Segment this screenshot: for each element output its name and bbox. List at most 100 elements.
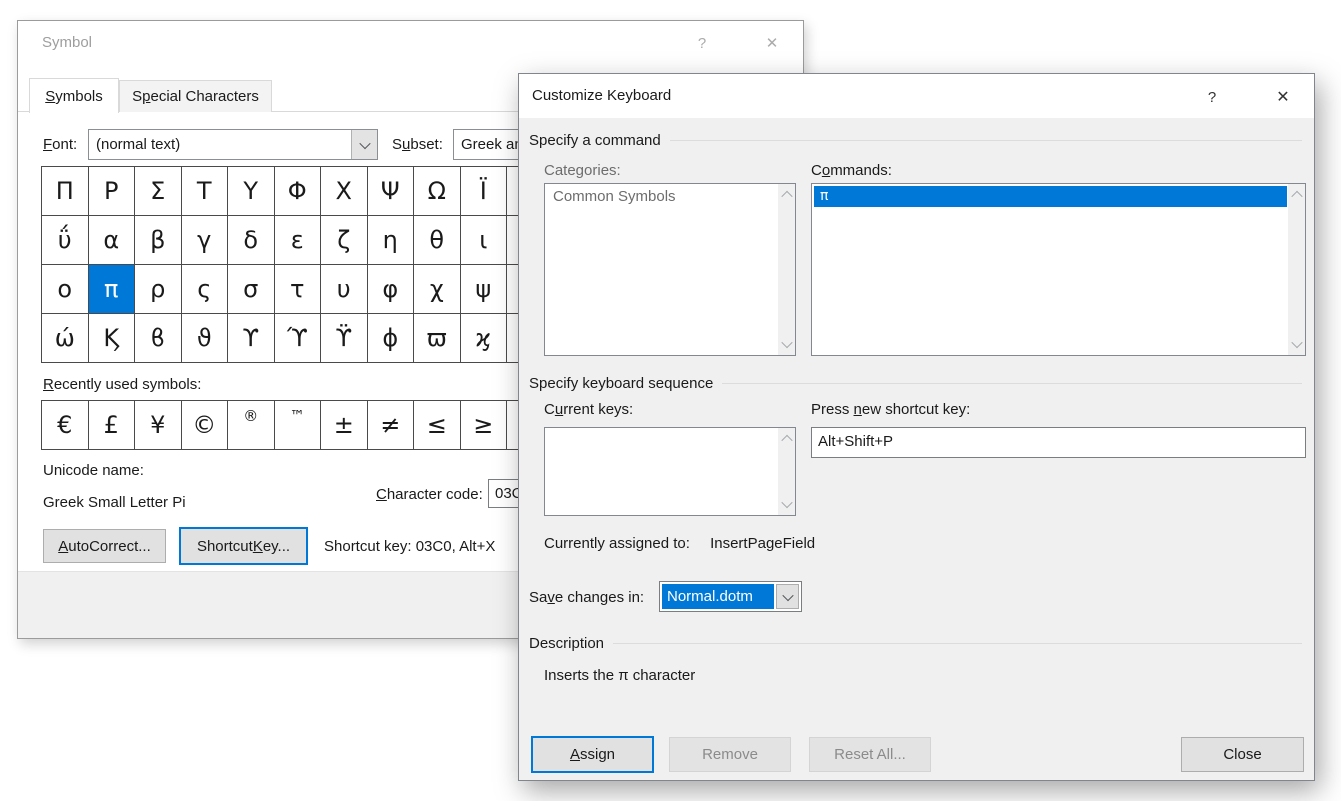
scroll-up-icon[interactable] xyxy=(781,191,792,202)
symbol-cell[interactable]: ϐ xyxy=(135,314,182,363)
symbol-cell[interactable]: Ϗ xyxy=(89,314,136,363)
categories-label: Categories: xyxy=(544,162,621,179)
current-keys-listbox[interactable] xyxy=(544,427,796,516)
recent-symbol-cell[interactable]: £ xyxy=(89,401,136,450)
save-changes-value: Normal.dotm xyxy=(662,584,774,609)
close-button[interactable]: Close xyxy=(1181,737,1304,772)
font-dropdown-button[interactable] xyxy=(351,130,377,159)
symbol-cell[interactable]: φ xyxy=(368,265,415,314)
symbol-cell[interactable]: ϖ xyxy=(414,314,461,363)
current-keys-list[interactable] xyxy=(545,428,778,515)
commands-listbox[interactable]: π xyxy=(811,183,1306,356)
description-group-label: Description xyxy=(529,635,604,652)
group-rule xyxy=(722,383,1302,384)
commands-list[interactable]: π xyxy=(812,184,1288,355)
symbol-cell[interactable]: ς xyxy=(182,265,229,314)
save-changes-label: Save changes in: xyxy=(529,589,644,606)
symbol-cell[interactable]: χ xyxy=(414,265,461,314)
symbol-cell[interactable]: ε xyxy=(275,216,322,265)
symbol-cell[interactable]: ι xyxy=(461,216,508,265)
symbol-cell[interactable]: ο xyxy=(42,265,89,314)
save-changes-dropdown-button[interactable] xyxy=(776,584,799,609)
recent-symbol-cell[interactable]: ≥ xyxy=(461,401,508,450)
recent-symbol-cell[interactable]: ™ xyxy=(275,401,322,450)
symbol-cell[interactable]: Ϊ xyxy=(461,167,508,216)
symbol-cell[interactable]: α xyxy=(89,216,136,265)
symbol-cell[interactable]: ϑ xyxy=(182,314,229,363)
save-changes-dropdown[interactable]: Normal.dotm xyxy=(659,581,802,612)
scroll-up-icon[interactable] xyxy=(781,435,792,446)
scrollbar[interactable] xyxy=(778,428,795,515)
recent-symbol-cell[interactable]: ® xyxy=(228,401,275,450)
symbol-cell[interactable]: η xyxy=(368,216,415,265)
symbol-cell[interactable]: σ xyxy=(228,265,275,314)
symbol-cell-selected[interactable]: π xyxy=(89,265,136,314)
scroll-down-icon[interactable] xyxy=(1291,337,1302,348)
symbol-cell[interactable]: Π xyxy=(42,167,89,216)
press-new-key-input[interactable]: Alt+Shift+P xyxy=(811,427,1306,458)
help-button[interactable]: ? xyxy=(1196,82,1228,112)
recent-symbol-cell[interactable]: ¥ xyxy=(135,401,182,450)
specify-command-group: Specify a command xyxy=(529,132,1302,149)
symbol-cell[interactable]: δ xyxy=(228,216,275,265)
symbol-cell[interactable]: υ xyxy=(321,265,368,314)
recent-symbol-cell[interactable]: © xyxy=(182,401,229,450)
recent-symbol-cell[interactable]: € xyxy=(42,401,89,450)
tab-special-characters[interactable]: Special Characters xyxy=(119,80,272,112)
help-button[interactable]: ? xyxy=(686,28,718,58)
categories-list[interactable]: Common Symbols xyxy=(545,184,778,355)
symbol-cell[interactable]: ϒ xyxy=(228,314,275,363)
recent-grid[interactable]: €£¥©®™±≠≤≥÷ xyxy=(41,400,554,450)
recent-symbol-cell[interactable]: ≤ xyxy=(414,401,461,450)
symbol-cell[interactable]: ώ xyxy=(42,314,89,363)
scroll-down-icon[interactable] xyxy=(781,337,792,348)
symbol-dialog-title: Symbol xyxy=(42,34,92,51)
close-icon[interactable]: ✕ xyxy=(756,28,788,58)
recent-symbol-cell[interactable]: ≠ xyxy=(368,401,415,450)
symbol-cell[interactable]: γ xyxy=(182,216,229,265)
symbol-cell[interactable]: Σ xyxy=(135,167,182,216)
group-rule xyxy=(613,643,1302,644)
subset-label: Subset: xyxy=(392,136,443,153)
categories-listbox[interactable]: Common Symbols xyxy=(544,183,796,356)
shortcut-key-button[interactable]: Shortcut Key... xyxy=(179,527,308,565)
currently-assigned-value: InsertPageField xyxy=(710,535,815,552)
symbol-cell[interactable]: τ xyxy=(275,265,322,314)
autocorrect-button[interactable]: AutoCorrect... xyxy=(43,529,166,563)
tab-symbols[interactable]: Symbols xyxy=(29,78,119,113)
commands-list-item-selected[interactable]: π xyxy=(814,186,1287,207)
symbol-cell[interactable]: β xyxy=(135,216,182,265)
assign-button[interactable]: Assign xyxy=(531,736,654,773)
symbol-cell[interactable]: ϔ xyxy=(321,314,368,363)
description-group: Description xyxy=(529,635,1302,652)
commands-label: Commands: xyxy=(811,162,892,179)
recent-symbol-cell[interactable]: ± xyxy=(321,401,368,450)
symbol-cell[interactable]: ϓ xyxy=(275,314,322,363)
symbol-cell[interactable]: ζ xyxy=(321,216,368,265)
character-code-label: Character code: xyxy=(376,486,483,503)
symbol-cell[interactable]: Τ xyxy=(182,167,229,216)
symbol-cell[interactable]: Ρ xyxy=(89,167,136,216)
shortcut-key-text: Shortcut key: 03C0, Alt+X xyxy=(324,538,495,555)
symbol-cell[interactable]: ϕ xyxy=(368,314,415,363)
currently-assigned-row: Currently assigned to: InsertPageField xyxy=(544,535,815,552)
symbol-cell[interactable]: Υ xyxy=(228,167,275,216)
symbol-cell[interactable]: θ xyxy=(414,216,461,265)
symbol-cell[interactable]: ρ xyxy=(135,265,182,314)
scrollbar[interactable] xyxy=(778,184,795,355)
symbol-cell[interactable]: Φ xyxy=(275,167,322,216)
categories-list-item[interactable]: Common Symbols xyxy=(545,184,778,205)
font-dropdown[interactable]: (normal text) xyxy=(88,129,378,160)
scrollbar[interactable] xyxy=(1288,184,1305,355)
scroll-down-icon[interactable] xyxy=(781,497,792,508)
symbol-cell[interactable]: Ψ xyxy=(368,167,415,216)
symbol-cell[interactable]: ψ xyxy=(461,265,508,314)
symbol-cell[interactable]: Ω xyxy=(414,167,461,216)
font-label: Font: xyxy=(43,136,77,153)
symbol-grid[interactable]: ΠΡΣΤΥΦΧΨΩΪΫΰαβγδεζηθικοπρςστυφχψωώϏϐϑϒϓϔ… xyxy=(41,166,554,363)
close-icon[interactable]: ✕ xyxy=(1267,82,1299,112)
symbol-cell[interactable]: Χ xyxy=(321,167,368,216)
symbol-cell[interactable]: ΰ xyxy=(42,216,89,265)
scroll-up-icon[interactable] xyxy=(1291,191,1302,202)
symbol-cell[interactable]: ϗ xyxy=(461,314,508,363)
